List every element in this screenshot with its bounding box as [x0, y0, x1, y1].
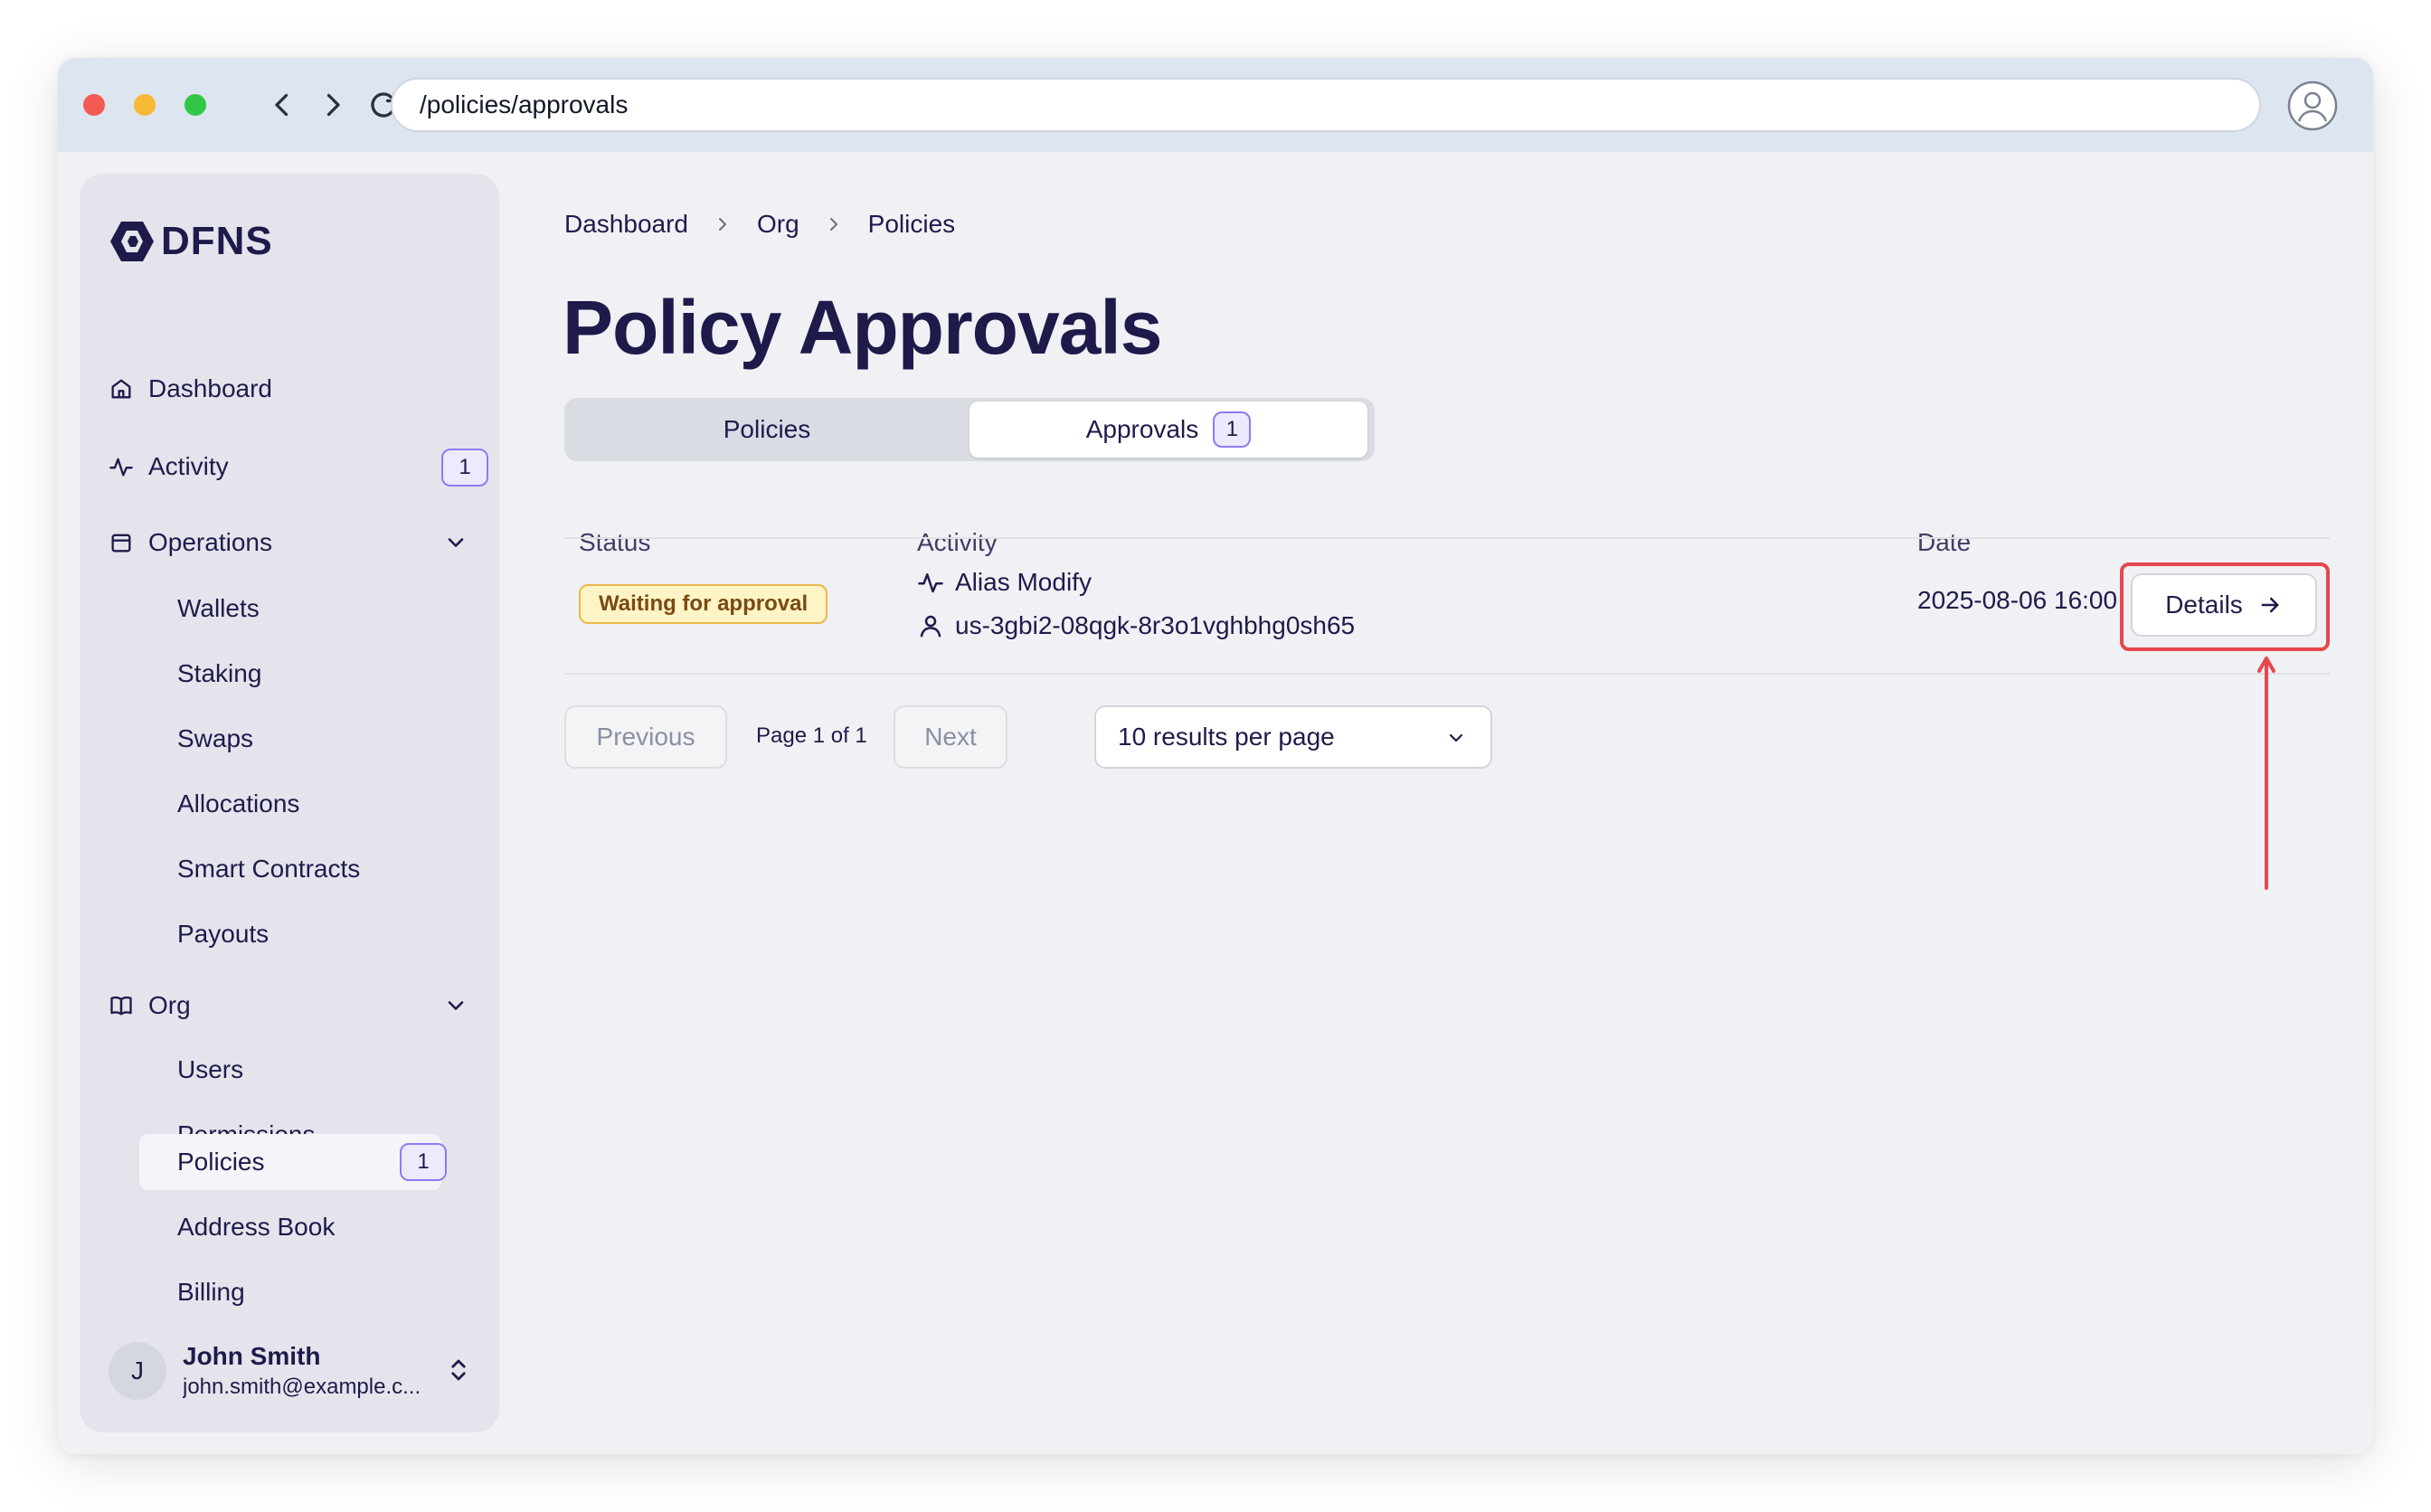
previous-label: Previous: [596, 723, 695, 751]
dfns-logo-icon: [110, 222, 154, 261]
breadcrumb-policies[interactable]: Policies: [868, 210, 955, 239]
approvals-count-badge: 1: [1213, 411, 1252, 448]
breadcrumb: Dashboard Org Policies: [564, 206, 955, 242]
user-email: john.smith@example.c...: [183, 1375, 421, 1399]
browser-window: /policies/approvals DFNS Dashboard Activ…: [58, 58, 2373, 1454]
forward-button[interactable]: [313, 85, 353, 125]
results-per-page-select[interactable]: 10 results per page: [1094, 705, 1492, 769]
details-button[interactable]: Details: [2131, 573, 2317, 637]
date-cell: 2025-08-06 16:00: [1917, 586, 2118, 614]
sidebar-item-allocations[interactable]: Allocations: [177, 781, 299, 827]
page-title: Policy Approvals: [563, 285, 1162, 370]
sidebar-item-address-book[interactable]: Address Book: [177, 1205, 335, 1250]
browser-chrome: /policies/approvals: [58, 58, 2373, 152]
sidebar-item-dashboard[interactable]: Dashboard: [109, 364, 272, 414]
url-text: /policies/approvals: [420, 90, 629, 118]
chevron-right-icon: [718, 218, 726, 231]
sidebar-item-smart-contracts[interactable]: Smart Contracts: [177, 846, 360, 892]
user-name: John Smith: [183, 1342, 321, 1370]
activity-label: Alias Modify: [955, 568, 1092, 596]
sidebar-item-users[interactable]: Users: [177, 1047, 243, 1092]
previous-button[interactable]: Previous: [564, 705, 727, 769]
chevron-right-icon: [829, 218, 837, 231]
breadcrumb-org[interactable]: Org: [757, 210, 799, 239]
header-divider: [564, 537, 2330, 539]
tab-label: Approvals: [1085, 415, 1199, 443]
tab-policies[interactable]: Policies: [568, 402, 966, 458]
chevron-down-icon: [1449, 733, 1463, 742]
activity-count-badge: 1: [441, 449, 488, 487]
dfns-logo[interactable]: DFNS: [109, 219, 273, 264]
sidebar: DFNS Dashboard Activity 1 Operations Wal…: [80, 174, 499, 1432]
annotation-arrow-icon: [2257, 657, 2275, 890]
book-icon: [110, 996, 132, 1016]
tab-approvals[interactable]: Approvals 1: [970, 402, 1367, 458]
next-button[interactable]: Next: [894, 705, 1007, 769]
sidebar-item-label: Dashboard: [148, 374, 272, 402]
user-icon: [920, 615, 941, 638]
close-window-button[interactable]: [83, 94, 105, 116]
details-label: Details: [2165, 591, 2243, 619]
address-bar[interactable]: /policies/approvals: [391, 78, 2261, 132]
sidebar-item-activity[interactable]: Activity: [109, 441, 229, 492]
per-page-label: 10 results per page: [1118, 723, 1335, 751]
profile-icon[interactable]: [2286, 80, 2339, 132]
sidebar-item-wallets[interactable]: Wallets: [177, 586, 260, 631]
sidebar-item-org[interactable]: Org: [109, 980, 191, 1031]
breadcrumb-dashboard[interactable]: Dashboard: [564, 210, 688, 239]
sidebar-item-billing[interactable]: Billing: [177, 1270, 245, 1315]
sidebar-item-label: Activity: [148, 452, 229, 480]
user-menu[interactable]: J John Smith john.smith@example.c...: [109, 1342, 488, 1400]
sidebar-item-policies[interactable]: Policies: [177, 1139, 264, 1185]
policies-count-badge: 1: [400, 1143, 447, 1181]
column-header-activity: Activity: [917, 528, 998, 556]
chevron-left-icon: [275, 93, 289, 117]
row-divider: [564, 673, 2330, 675]
activity-icon: [109, 458, 133, 477]
user-id: us-3gbi2-08qgk-8r3o1vghbhg0sh65: [955, 611, 1356, 639]
tab-group: Policies Approvals 1: [564, 398, 1375, 461]
minimize-window-button[interactable]: [134, 94, 156, 116]
activity-type: Alias Modify: [917, 564, 1092, 600]
home-icon: [111, 379, 131, 399]
avatar: J: [109, 1342, 166, 1400]
sidebar-item-label: Operations: [148, 528, 272, 556]
chevron-down-icon[interactable]: [443, 530, 468, 555]
chevron-up-down-icon[interactable]: [445, 1356, 472, 1384]
logo-text: DFNS: [161, 219, 273, 263]
chevron-right-icon: [326, 93, 340, 117]
sidebar-item-swaps[interactable]: Swaps: [177, 716, 253, 761]
page-info: Page 1 of 1: [756, 723, 867, 748]
column-header-status: Status: [579, 528, 651, 556]
activity-icon: [918, 573, 943, 593]
sidebar-item-staking[interactable]: Staking: [177, 651, 261, 696]
status-badge: Waiting for approval: [579, 584, 828, 624]
maximize-window-button[interactable]: [184, 94, 206, 116]
back-button[interactable]: [262, 85, 302, 125]
next-label: Next: [924, 723, 977, 751]
calendar-icon: [111, 534, 131, 553]
activity-user: us-3gbi2-08qgk-8r3o1vghbhg0sh65: [917, 608, 1355, 644]
arrow-right-icon: [2261, 597, 2279, 613]
tab-label: Policies: [723, 415, 811, 443]
chevron-down-icon[interactable]: [443, 993, 468, 1018]
sidebar-item-operations[interactable]: Operations: [109, 517, 272, 568]
column-header-date: Date: [1917, 528, 1972, 556]
sidebar-item-payouts[interactable]: Payouts: [177, 912, 269, 957]
sidebar-item-label: Org: [148, 991, 191, 1019]
